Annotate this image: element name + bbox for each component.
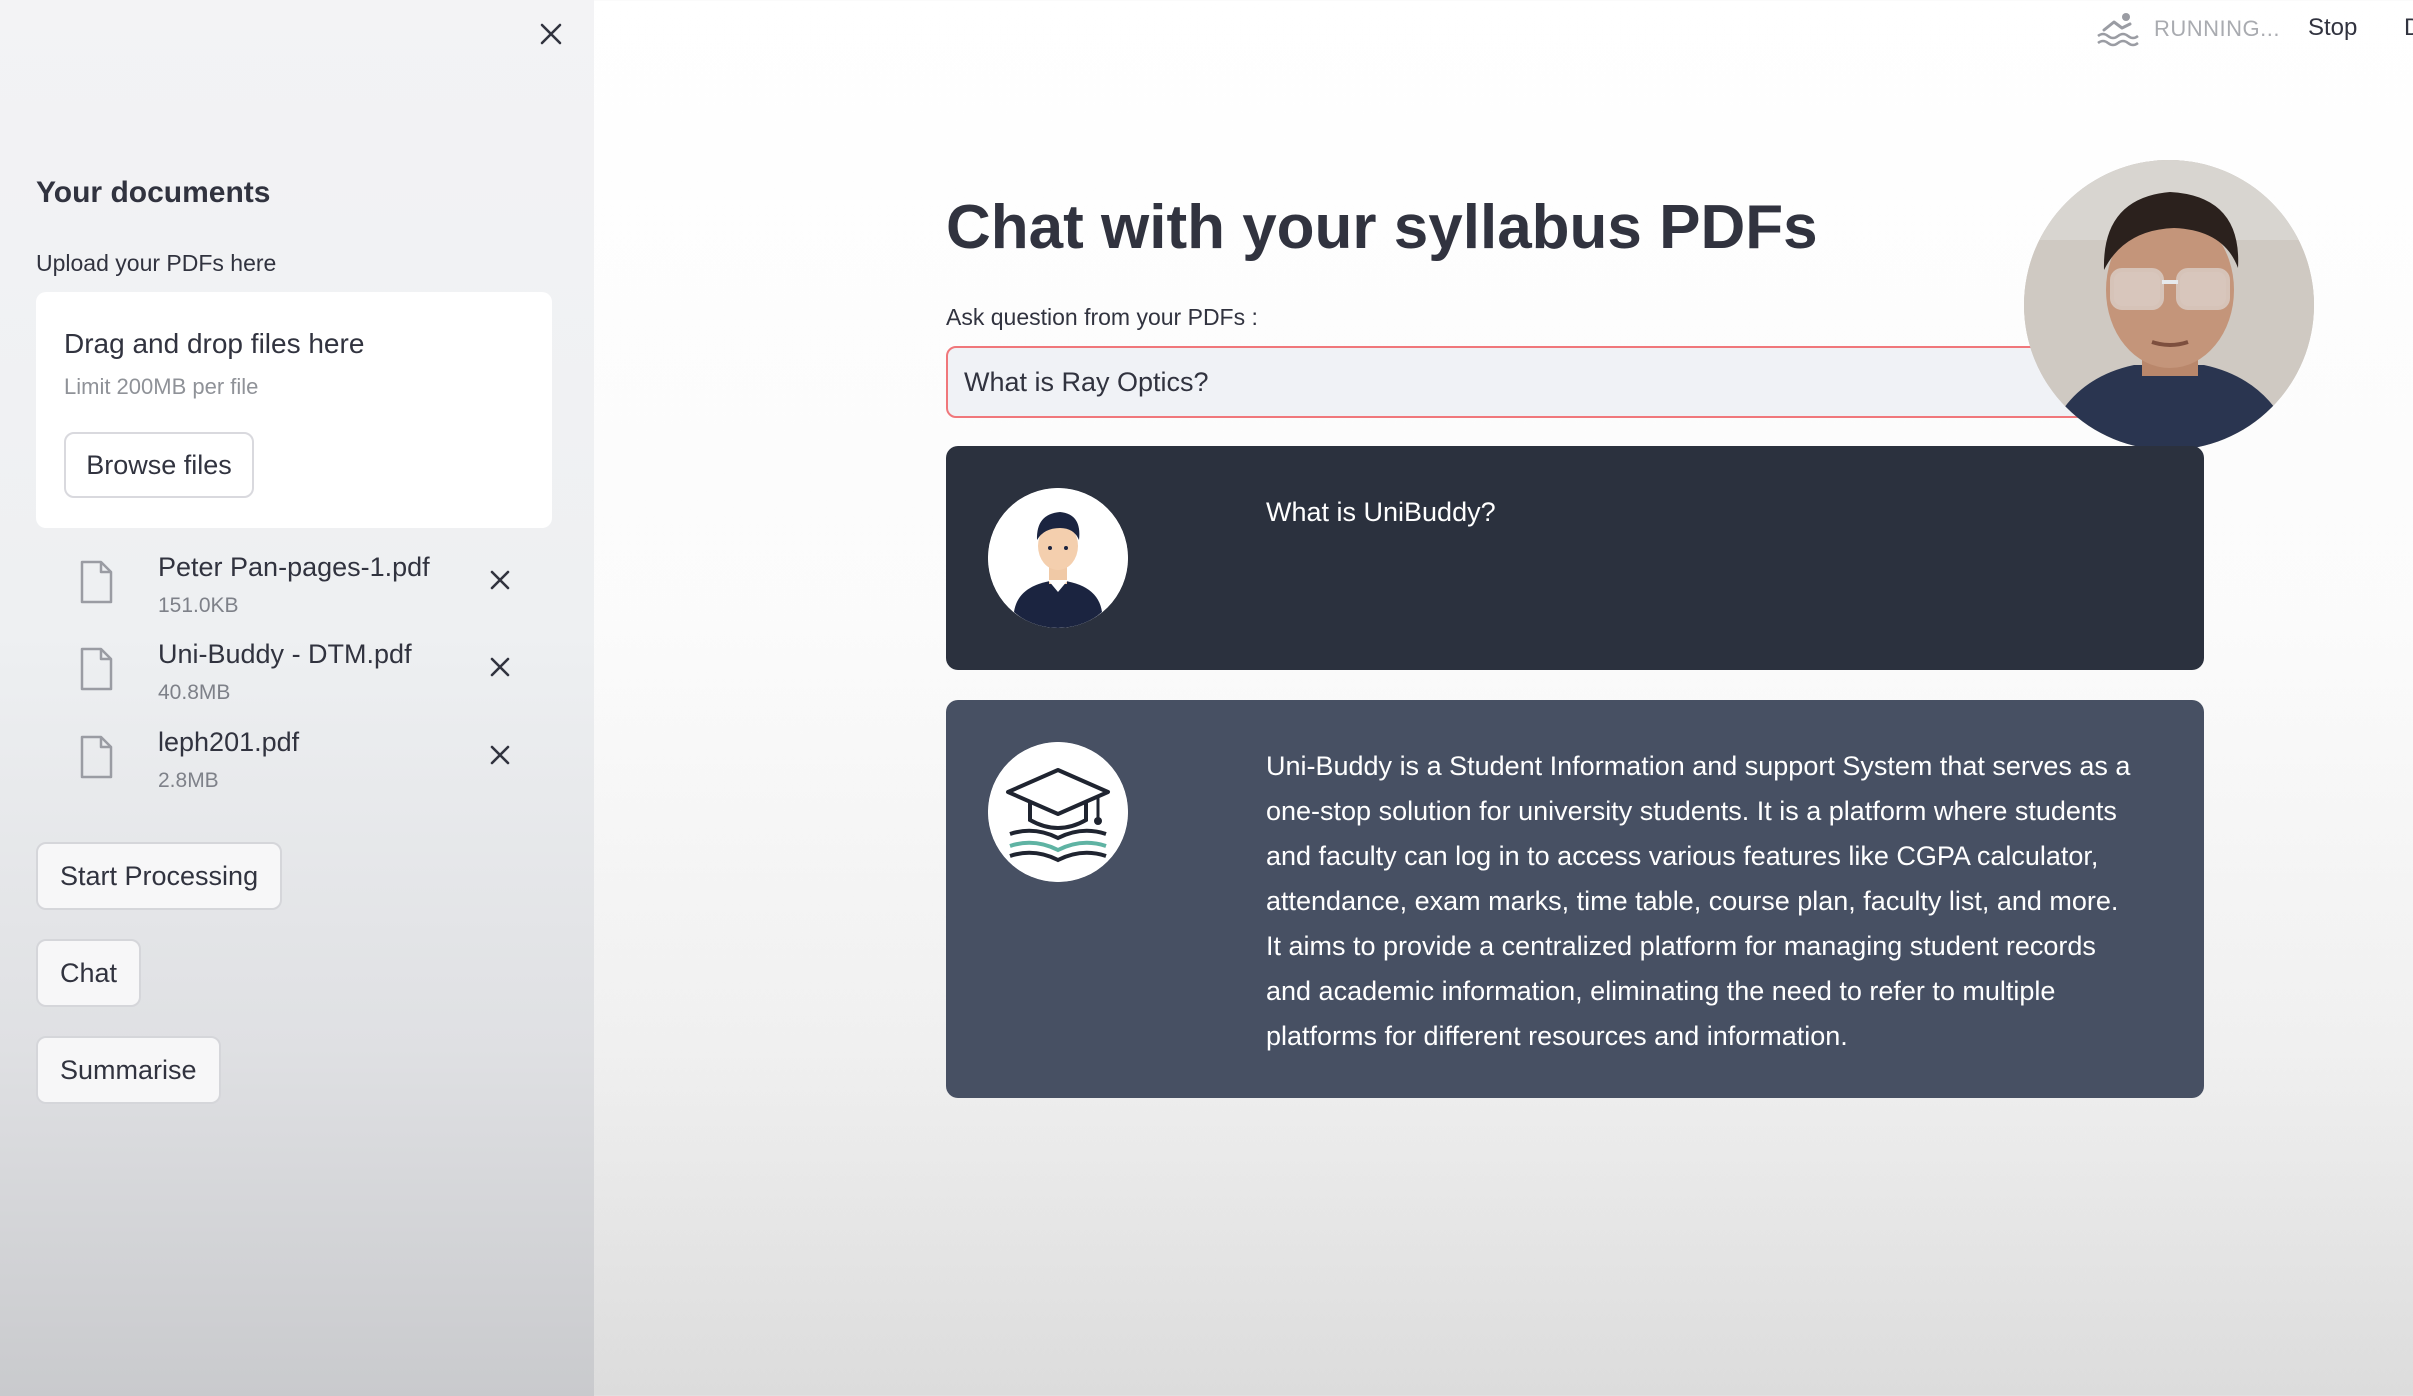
remove-file-icon[interactable]	[482, 562, 518, 598]
page-title: Chat with your syllabus PDFs	[946, 193, 1818, 262]
file-name: Uni-Buddy - DTM.pdf	[158, 639, 412, 669]
chat-button[interactable]: Chat	[36, 939, 142, 1007]
presenter-photo	[2024, 160, 2314, 450]
webcam-overlay	[2024, 160, 2314, 450]
deploy-button[interactable]: D	[2404, 14, 2413, 42]
file-dropzone[interactable]: Drag and drop files here Limit 200MB per…	[36, 292, 552, 528]
running-status: RUNNING...	[2154, 16, 2280, 41]
chat-message-user: What is UniBuddy?	[946, 446, 2204, 670]
upload-label: Upload your PDFs here	[36, 250, 277, 276]
uploaded-file-item: Uni-Buddy - DTM.pdf 40.8MB	[36, 639, 552, 721]
question-input-label: Ask question from your PDFs :	[946, 304, 1258, 330]
file-name: Peter Pan-pages-1.pdf	[158, 552, 430, 582]
remove-file-icon[interactable]	[482, 649, 518, 685]
uploaded-file-item: Peter Pan-pages-1.pdf 151.0KB	[36, 552, 552, 634]
summarise-button[interactable]: Summarise	[36, 1036, 221, 1104]
sidebar: Your documents Upload your PDFs here Dra…	[0, 0, 594, 1396]
chat-message-bot: Uni-Buddy is a Student Information and s…	[946, 700, 2204, 1098]
dropzone-title: Drag and drop files here	[64, 328, 365, 359]
browse-files-button[interactable]: Browse files	[64, 432, 254, 498]
file-size: 151.0KB	[158, 594, 239, 617]
message-text: What is UniBuddy?	[1266, 497, 1496, 527]
file-icon	[80, 647, 113, 691]
running-swimmer-icon	[2097, 13, 2139, 47]
graduation-cap-book-icon	[988, 742, 1128, 882]
sidebar-heading: Your documents	[36, 176, 271, 209]
file-name: leph201.pdf	[158, 727, 300, 757]
file-icon	[80, 560, 113, 604]
dropzone-limit: Limit 200MB per file	[64, 374, 259, 399]
stop-button[interactable]: Stop	[2308, 14, 2357, 42]
user-avatar-icon	[988, 488, 1128, 628]
uploaded-file-item: leph201.pdf 2.8MB	[36, 727, 552, 809]
question-input[interactable]	[946, 346, 2206, 418]
message-text: Uni-Buddy is a Student Information and s…	[1266, 751, 2131, 1051]
start-processing-button[interactable]: Start Processing	[36, 842, 283, 910]
file-icon	[80, 735, 113, 779]
file-size: 2.8MB	[158, 769, 219, 792]
remove-file-icon[interactable]	[482, 737, 518, 773]
close-icon[interactable]	[533, 16, 569, 52]
file-size: 40.8MB	[158, 681, 231, 704]
